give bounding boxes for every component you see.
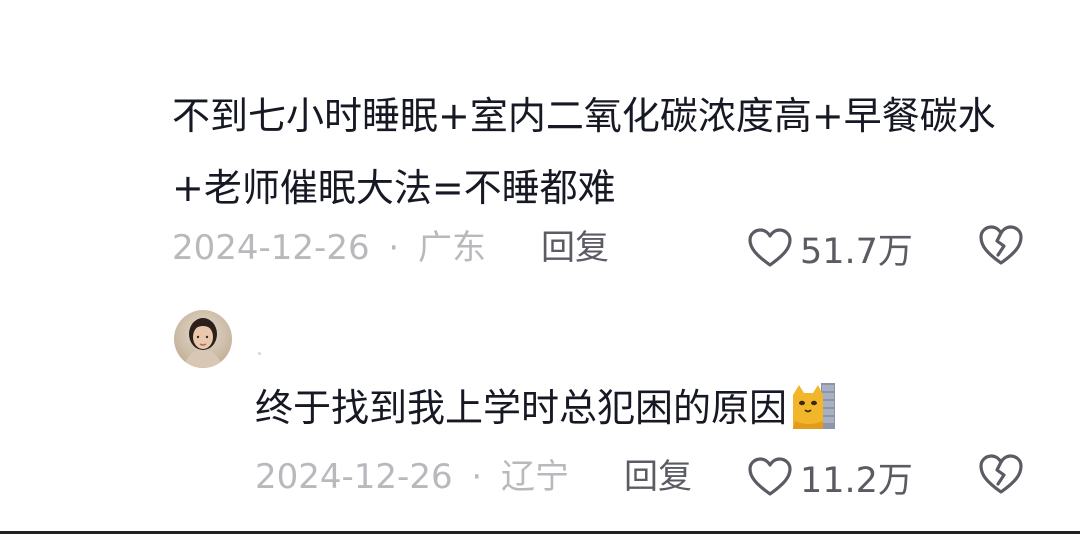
heart-outline-icon bbox=[748, 228, 792, 267]
dislike-button[interactable] bbox=[978, 453, 1026, 501]
comment-text: 终于找到我上学时总犯困的原因 bbox=[255, 372, 955, 444]
like-button[interactable]: 51.7万 bbox=[748, 224, 913, 272]
reply-button[interactable]: 回复 bbox=[541, 226, 609, 270]
reply-button[interactable]: 回复 bbox=[624, 455, 692, 499]
comment-location: 广东 bbox=[418, 228, 487, 268]
avatar[interactable] bbox=[174, 310, 232, 368]
comment-text: 不到七小时睡眠+室内二氧化碳浓度高+早餐碳水+老师催眠大法=不睡都难 bbox=[172, 94, 996, 210]
meta-separator: · bbox=[388, 228, 400, 268]
heart-outline-icon bbox=[748, 457, 792, 496]
dislike-button[interactable] bbox=[978, 224, 1026, 272]
comment-meta: 2024-12-26 · 辽宁 bbox=[255, 455, 569, 499]
comment-date: 2024-12-26 bbox=[255, 457, 453, 497]
broken-heart-icon bbox=[979, 225, 1023, 265]
user-avatar bbox=[174, 310, 232, 368]
like-button[interactable]: 11.2万 bbox=[748, 453, 913, 501]
cat-peeking-emoji bbox=[791, 381, 836, 431]
decorative-dot bbox=[258, 352, 261, 355]
meta-separator: · bbox=[471, 457, 483, 497]
like-count: 51.7万 bbox=[800, 231, 913, 272]
comment-meta: 2024-12-26 · 广东 bbox=[172, 226, 486, 270]
broken-heart-icon bbox=[979, 454, 1023, 494]
like-count: 11.2万 bbox=[800, 460, 913, 501]
comment-text-content: 终于找到我上学时总犯困的原因 bbox=[255, 386, 788, 430]
comment-date: 2024-12-26 bbox=[172, 228, 370, 268]
comment-location: 辽宁 bbox=[501, 457, 570, 497]
